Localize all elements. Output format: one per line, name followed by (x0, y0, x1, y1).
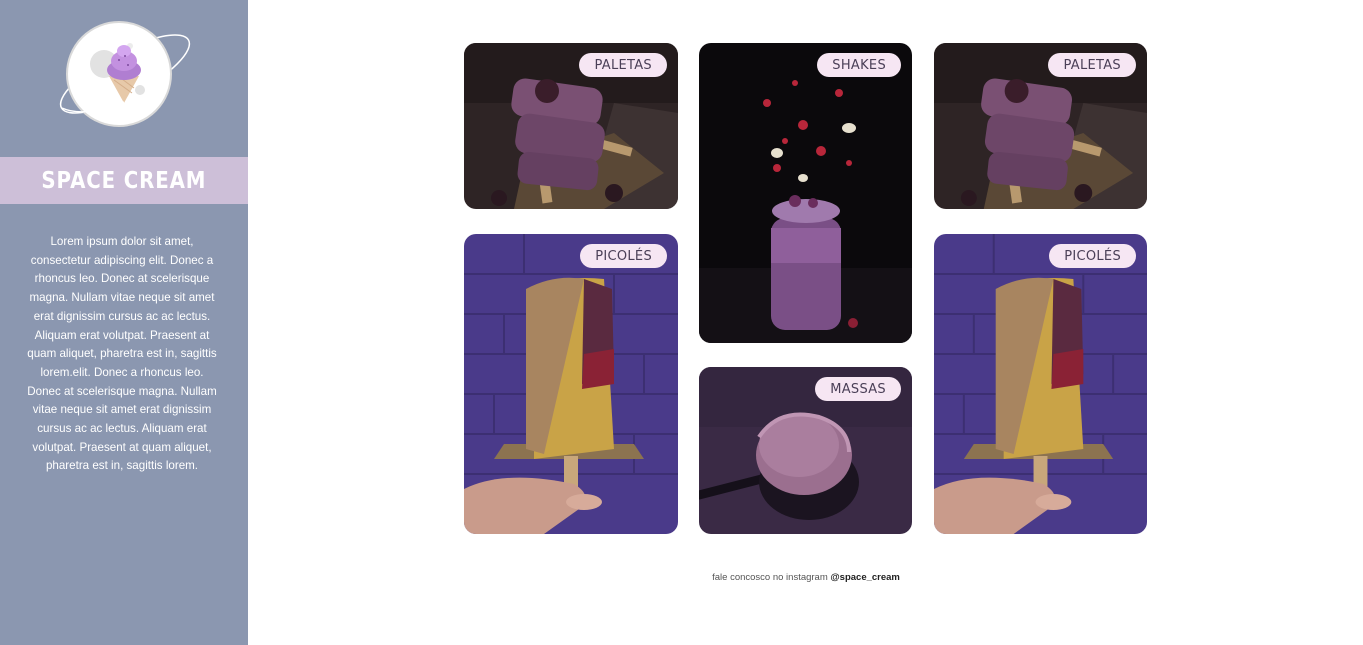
instagram-handle-link[interactable]: @space_cream (830, 572, 899, 583)
footer-text: fale concosco no instagram (712, 572, 828, 583)
sidebar-description: Lorem ipsum dolor sit amet, consectetur … (27, 235, 217, 473)
popsicle-nuts-photo (464, 234, 678, 534)
gallery-card-paletas[interactable]: PALETAS (464, 43, 678, 209)
gallery-card-picoles[interactable]: PICOLÉS (464, 234, 678, 534)
gallery-card-paletas[interactable]: PALETAS (934, 43, 1147, 209)
category-tag-paletas: PALETAS (1048, 53, 1136, 77)
sidebar: SPACE CREAM Lorem ipsum dolor sit amet, … (0, 0, 248, 645)
brand-bar: SPACE CREAM (0, 157, 248, 204)
category-tag-picoles: PICOLÉS (580, 244, 667, 268)
gallery-card-massas[interactable]: MASSAS (699, 367, 912, 534)
gallery-card-shakes[interactable]: SHAKES (699, 43, 912, 343)
brand-title: SPACE CREAM (41, 167, 207, 194)
ice-cream-planet-icon[interactable] (54, 18, 196, 130)
category-tag-shakes: SHAKES (817, 53, 901, 77)
gallery-card-picoles[interactable]: PICOLÉS (934, 234, 1147, 534)
berry-shake-photo (699, 43, 912, 343)
category-tag-massas: MASSAS (815, 377, 901, 401)
footer: fale concosco no instagram @space_cream (560, 572, 1052, 583)
category-tag-paletas: PALETAS (579, 53, 667, 77)
category-tag-picoles: PICOLÉS (1049, 244, 1136, 268)
popsicle-nuts-photo (934, 234, 1147, 534)
